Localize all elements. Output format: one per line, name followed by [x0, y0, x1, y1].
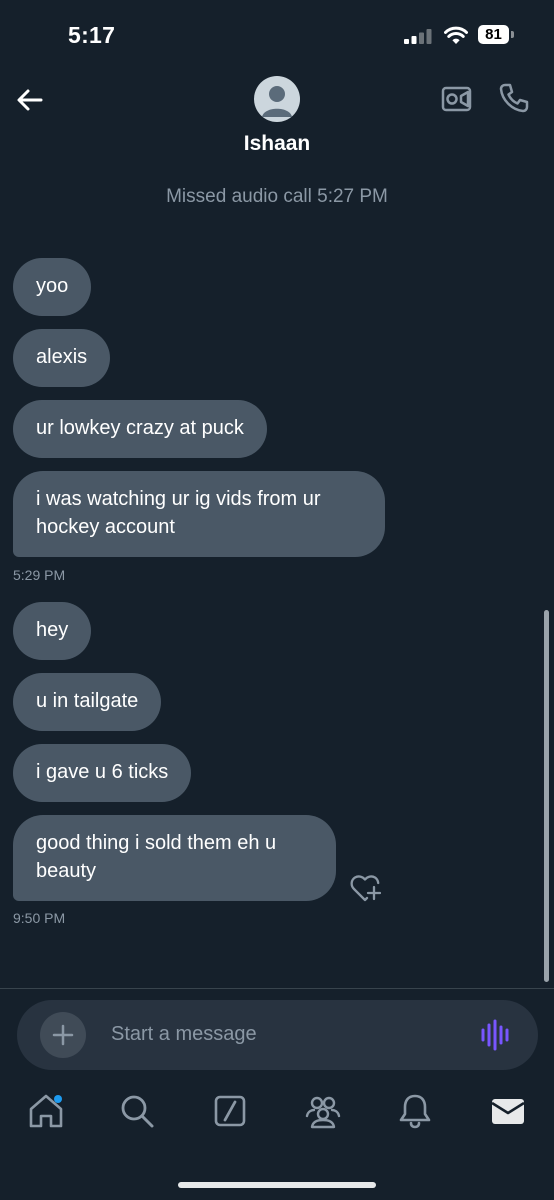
status-time: 5:17 — [68, 22, 116, 48]
battery-cap — [511, 31, 514, 38]
message-bubble[interactable]: i gave u 6 ticks — [13, 744, 192, 802]
missed-call-notice: Missed audio call 5:27 PM — [166, 186, 388, 207]
message-bubble[interactable]: alexis — [13, 329, 111, 387]
avatar[interactable] — [254, 76, 300, 122]
notifications-icon[interactable] — [396, 1092, 434, 1130]
bottom-tab-bar — [0, 1080, 554, 1160]
battery-indicator: 81 — [478, 25, 509, 44]
message-bubble[interactable]: hey — [13, 602, 92, 660]
conversation-header: Ishaan — [0, 70, 554, 170]
message-bubble[interactable]: u in tailgate — [13, 673, 162, 731]
communities-icon[interactable] — [304, 1092, 342, 1130]
back-arrow-icon[interactable] — [14, 84, 46, 116]
message-bubble[interactable]: i was watching ur ig vids from ur hockey… — [13, 471, 385, 557]
search-icon[interactable] — [118, 1092, 156, 1130]
phone-call-icon[interactable] — [498, 82, 530, 114]
contact-name[interactable]: Ishaan — [0, 132, 554, 156]
message-bubble[interactable]: ur lowkey crazy at puck — [13, 400, 267, 458]
message-timestamp: 9:50 PM — [13, 910, 66, 926]
message-bubble[interactable]: good thing i sold them eh u beauty — [13, 815, 336, 901]
default-avatar-icon — [262, 86, 292, 117]
cellular-signal-icon — [404, 29, 432, 44]
scrollbar[interactable] — [544, 610, 549, 982]
notification-dot — [54, 1095, 62, 1103]
status-bar: 5:17 81 — [0, 0, 554, 70]
add-media-button[interactable] — [40, 1012, 86, 1058]
home-indicator — [178, 1182, 376, 1188]
video-call-icon[interactable] — [441, 84, 473, 114]
divider — [0, 988, 554, 989]
message-timestamp: 5:29 PM — [13, 567, 66, 583]
message-bubble[interactable]: yoo — [13, 258, 92, 316]
grok-icon[interactable] — [211, 1092, 249, 1130]
voice-message-icon[interactable] — [481, 1018, 513, 1052]
add-reaction-icon[interactable] — [349, 872, 381, 904]
message-input[interactable]: Start a message — [111, 1023, 257, 1046]
message-composer: Start a message — [17, 1000, 538, 1070]
messages-icon[interactable] — [489, 1092, 527, 1130]
wifi-icon — [444, 26, 468, 44]
plus-icon — [52, 1024, 74, 1046]
